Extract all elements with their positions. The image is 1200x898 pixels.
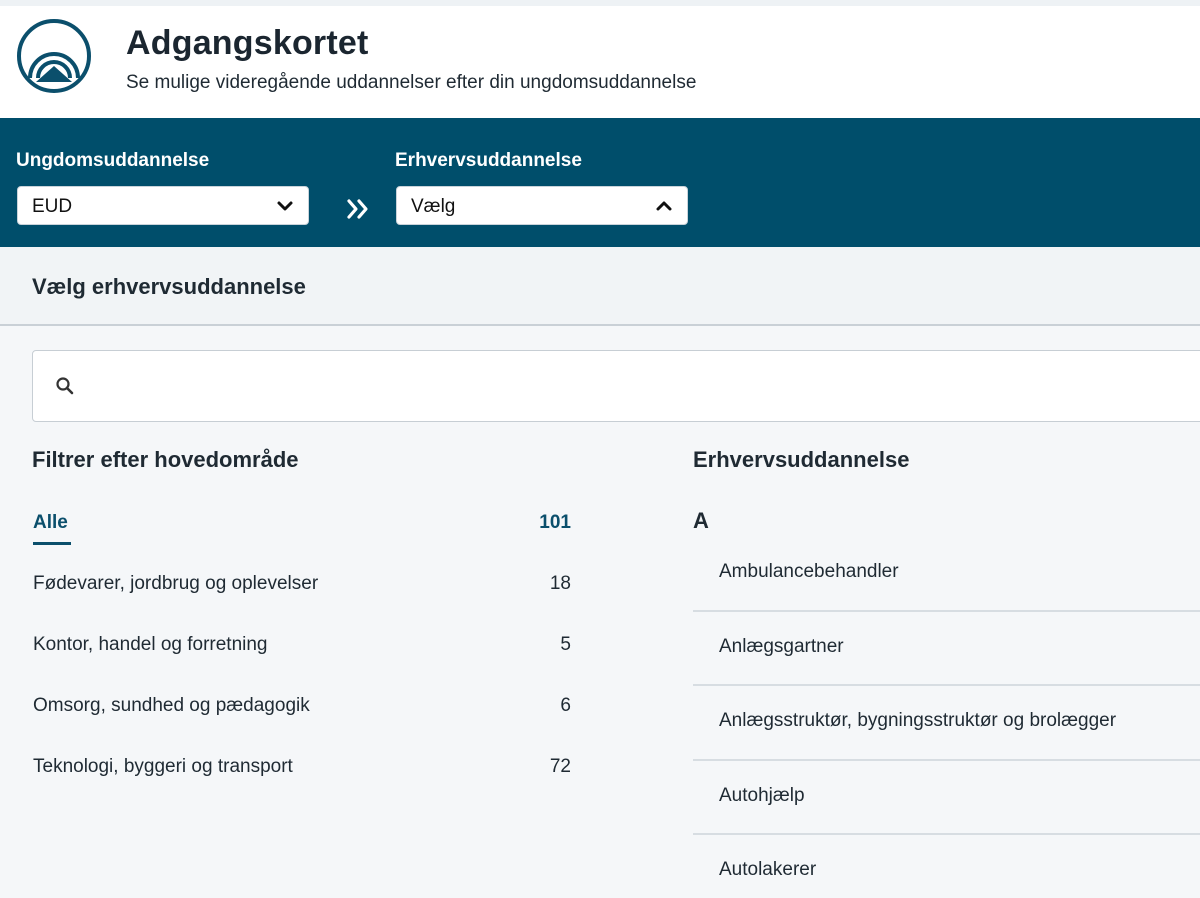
category-item-foedevarer[interactable]: Fødevarer, jordbrug og oplevelser 18 — [33, 567, 573, 607]
category-item-teknologi[interactable]: Teknologi, byggeri og transport 72 — [33, 750, 573, 790]
education-item[interactable]: Anlægsstruktør, bygningsstruktør og brol… — [693, 686, 1200, 761]
education-item[interactable]: Anlægsgartner — [693, 612, 1200, 686]
search-box[interactable] — [32, 350, 1200, 422]
category-count: 101 — [539, 512, 571, 533]
chevron-up-icon — [656, 201, 672, 211]
education-list-title: Erhvervsuddannelse — [693, 447, 910, 472]
vocational-education-select[interactable]: Vælg — [396, 186, 688, 225]
rainbow-arch-logo-icon[interactable] — [14, 16, 94, 96]
category-item-omsorg[interactable]: Omsorg, sundhed og pædagogik 6 — [33, 689, 573, 729]
app-header: Adgangskortet Se mulige videregående udd… — [0, 6, 1200, 118]
education-label: Ambulancebehandler — [719, 561, 899, 582]
group-letter: A — [693, 508, 709, 533]
education-item[interactable]: Ambulancebehandler — [693, 537, 1200, 612]
category-item-kontor[interactable]: Kontor, handel og forretning 5 — [33, 628, 573, 668]
category-label: Fødevarer, jordbrug og oplevelser — [33, 573, 319, 594]
category-count: 6 — [560, 695, 571, 716]
app-subtitle: Se mulige videregående uddannelser efter… — [126, 72, 697, 93]
education-list: Ambulancebehandler Anlægsgartner Anlægss… — [693, 537, 1200, 898]
youth-education-label: Ungdomsuddannelse — [16, 150, 210, 171]
category-filter-title: Filtrer efter hovedområde — [32, 447, 299, 472]
double-chevron-right-icon — [347, 199, 368, 219]
education-label: Anlægsstruktør, bygningsstruktør og brol… — [719, 710, 1117, 731]
youth-education-select[interactable]: EUD — [17, 186, 309, 225]
panel-header: Vælg erhvervsuddannelse — [0, 247, 1200, 326]
education-item[interactable]: Autohjælp — [693, 761, 1200, 835]
search-icon — [56, 377, 74, 395]
category-count: 18 — [549, 573, 571, 594]
category-label: Kontor, handel og forretning — [33, 634, 268, 655]
category-label: Omsorg, sundhed og pædagogik — [33, 695, 310, 716]
category-item-alle[interactable]: Alle 101 — [33, 506, 573, 546]
category-count: 72 — [549, 756, 571, 777]
app-title: Adgangskortet — [126, 24, 369, 62]
active-indicator — [33, 542, 71, 545]
chevron-down-icon — [277, 201, 293, 211]
vocational-education-value: Vælg — [411, 196, 456, 217]
category-label: Teknologi, byggeri og transport — [33, 756, 293, 777]
education-label: Anlægsgartner — [719, 635, 844, 657]
education-label: Autolakerer — [719, 859, 817, 880]
category-label: Alle — [33, 512, 68, 533]
filter-bar: Ungdomsuddannelse EUD Erhvervsuddannelse… — [0, 118, 1200, 247]
search-input[interactable] — [93, 367, 1173, 405]
panel-heading: Vælg erhvervsuddannelse — [32, 274, 306, 299]
youth-education-value: EUD — [32, 196, 73, 217]
education-item[interactable]: Autolakerer — [693, 835, 1200, 898]
vocational-education-label: Erhvervsuddannelse — [395, 150, 582, 171]
category-count: 5 — [560, 634, 571, 655]
education-label: Autohjælp — [719, 784, 805, 806]
